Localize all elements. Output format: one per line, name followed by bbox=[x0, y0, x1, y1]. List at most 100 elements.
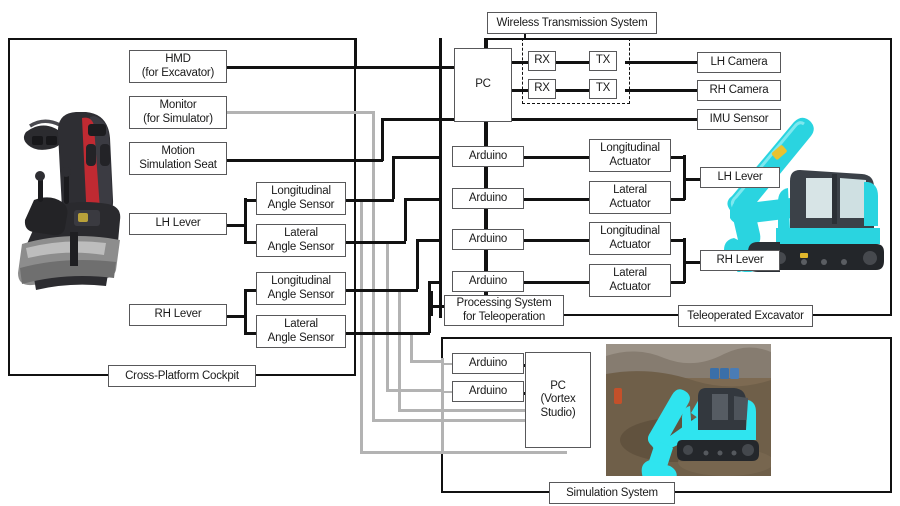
wire-lhlever-stub bbox=[226, 223, 246, 227]
box-hmd[interactable]: HMD (for Excavator) bbox=[129, 50, 227, 83]
sensor3-line2: Angle Sensor bbox=[267, 288, 335, 301]
wire-sensor3-v bbox=[416, 240, 419, 289]
box-rh-camera[interactable]: RH Camera bbox=[697, 80, 781, 101]
simulation-label-text: Simulation System bbox=[566, 487, 658, 499]
lh-camera-label: LH Camera bbox=[710, 55, 768, 68]
actuator2-line1: Lateral bbox=[613, 183, 647, 196]
box-simulation-arduino-1[interactable]: Arduino bbox=[452, 353, 524, 374]
box-processing-arduino-3[interactable]: Arduino bbox=[452, 229, 524, 250]
box-lh-longitudinal-actuator[interactable]: Longitudinal Actuator bbox=[589, 139, 671, 172]
sensor1-line2: Angle Sensor bbox=[267, 198, 335, 211]
box-lh-lateral-actuator[interactable]: Lateral Actuator bbox=[589, 181, 671, 214]
box-rh-lateral-angle-sensor[interactable]: Lateral Angle Sensor bbox=[256, 315, 346, 348]
sim-arduino1-label: Arduino bbox=[468, 356, 508, 369]
actuator4-line1: Lateral bbox=[613, 266, 647, 279]
wire-proc-label-h bbox=[430, 304, 444, 308]
wire-ard3-to-act3 bbox=[524, 238, 590, 242]
wire-sensor4-h1 bbox=[345, 331, 430, 335]
sim-pc-line3: Studio) bbox=[540, 406, 576, 419]
actuator2-line2: Actuator bbox=[609, 197, 651, 210]
box-lh-longitudinal-angle-sensor[interactable]: Longitudinal Angle Sensor bbox=[256, 182, 346, 215]
wire-bracket-to-lhlever bbox=[683, 177, 701, 181]
wire-ard4-to-act4 bbox=[524, 280, 590, 284]
group-label-teleoperated-excavator: Teleoperated Excavator bbox=[678, 305, 813, 327]
box-cockpit-rh-lever[interactable]: RH Lever bbox=[129, 304, 227, 326]
wire-gray-s4-v bbox=[410, 332, 413, 362]
box-rx-1[interactable]: RX bbox=[528, 51, 556, 71]
wire-gray-s4-h bbox=[410, 360, 442, 363]
wire-lhlever-bracket-v bbox=[244, 198, 247, 242]
tx1-label: TX bbox=[595, 54, 611, 67]
box-excavator-rh-lever[interactable]: RH Lever bbox=[700, 250, 780, 271]
excavator-lh-lever-label: LH Lever bbox=[717, 170, 763, 183]
wire-gray-s2-h bbox=[386, 389, 442, 392]
box-processing-arduino-2[interactable]: Arduino bbox=[452, 188, 524, 209]
wire-ard1-to-act1 bbox=[524, 155, 590, 159]
wire-gray-s1-v bbox=[360, 199, 363, 453]
wire-rhlever-stub bbox=[226, 314, 246, 318]
group-label-processing-system: Processing System for Teleoperation bbox=[444, 295, 564, 326]
box-rh-lateral-actuator[interactable]: Lateral Actuator bbox=[589, 264, 671, 297]
rx2-label: RX bbox=[534, 82, 550, 95]
wire-pc-imu-h bbox=[511, 117, 698, 121]
actuator1-line2: Actuator bbox=[609, 155, 651, 168]
sensor4-line2: Angle Sensor bbox=[267, 331, 335, 344]
box-processing-pc[interactable]: PC bbox=[454, 48, 512, 122]
wire-seat-h2 bbox=[381, 117, 441, 121]
wire-pc-in-top bbox=[441, 65, 455, 69]
wire-sensor2-h1 bbox=[345, 240, 406, 244]
monitor-line2: (for Simulator) bbox=[143, 112, 213, 125]
box-imu-sensor[interactable]: IMU Sensor bbox=[697, 109, 781, 130]
box-rh-longitudinal-angle-sensor[interactable]: Longitudinal Angle Sensor bbox=[256, 272, 346, 305]
box-processing-arduino-1[interactable]: Arduino bbox=[452, 146, 524, 167]
cockpit-label-text: Cross-Platform Cockpit bbox=[125, 370, 239, 382]
cockpit-photo bbox=[12, 92, 132, 292]
hmd-line1: HMD bbox=[165, 52, 191, 65]
proc-arduino4-label: Arduino bbox=[468, 274, 508, 287]
actuator3-line1: Longitudinal bbox=[600, 224, 660, 237]
group-label-simulation-system: Simulation System bbox=[549, 482, 675, 504]
wire-rhlever-bracket-v bbox=[244, 289, 247, 333]
group-label-cross-platform-cockpit: Cross-Platform Cockpit bbox=[108, 365, 256, 387]
cockpit-rh-lever-label: RH Lever bbox=[154, 308, 202, 321]
wire-sensor2-h2 bbox=[404, 197, 441, 201]
box-simulation-arduino-2[interactable]: Arduino bbox=[452, 381, 524, 402]
processing-pc-label: PC bbox=[475, 78, 491, 91]
box-simulation-pc-vortex[interactable]: PC (Vortex Studio) bbox=[525, 352, 591, 448]
sim-pc-line2: (Vortex bbox=[540, 393, 576, 406]
seat-line2: Simulation Seat bbox=[139, 158, 217, 171]
box-motion-simulation-seat[interactable]: Motion Simulation Seat bbox=[129, 142, 227, 175]
box-excavator-lh-lever[interactable]: LH Lever bbox=[700, 167, 780, 188]
hmd-line2: (for Excavator) bbox=[141, 66, 215, 79]
wire-sensor3-h2 bbox=[416, 238, 441, 242]
box-rh-longitudinal-actuator[interactable]: Longitudinal Actuator bbox=[589, 222, 671, 255]
proc-arduino1-label: Arduino bbox=[468, 149, 508, 162]
sim-pc-line1: PC bbox=[550, 379, 566, 392]
box-processing-arduino-4[interactable]: Arduino bbox=[452, 271, 524, 292]
box-tx-1[interactable]: TX bbox=[589, 51, 617, 71]
cockpit-lh-lever-label: LH Lever bbox=[155, 217, 201, 230]
wire-hmd-to-pc bbox=[226, 65, 441, 69]
imu-sensor-label: IMU Sensor bbox=[709, 112, 769, 125]
box-tx-2[interactable]: TX bbox=[589, 79, 617, 99]
wireless-label-text: Wireless Transmission System bbox=[496, 17, 648, 29]
wire-sensor3-h1 bbox=[345, 288, 418, 292]
box-lh-camera[interactable]: LH Camera bbox=[697, 52, 781, 73]
sensor1-line1: Longitudinal bbox=[271, 184, 331, 197]
tx2-label: TX bbox=[595, 82, 611, 95]
wire-bracket-to-rhlever bbox=[683, 260, 701, 264]
wire-gray-s1-h bbox=[360, 451, 567, 454]
box-monitor[interactable]: Monitor (for Simulator) bbox=[129, 96, 227, 129]
wire-gray-s3-v bbox=[398, 289, 401, 411]
wire-tx2-to-rhcam bbox=[625, 88, 698, 92]
wire-gray-monitor-v bbox=[372, 111, 375, 421]
wire-sensor1-h1 bbox=[345, 198, 394, 202]
box-rx-2[interactable]: RX bbox=[528, 79, 556, 99]
processing-label-line2: for Teleoperation bbox=[462, 310, 546, 323]
wire-sensor1-h2 bbox=[392, 155, 441, 159]
actuator1-line1: Longitudinal bbox=[600, 141, 660, 154]
box-cockpit-lh-lever[interactable]: LH Lever bbox=[129, 213, 227, 235]
box-lh-lateral-angle-sensor[interactable]: Lateral Angle Sensor bbox=[256, 224, 346, 257]
seat-line1: Motion bbox=[161, 144, 195, 157]
actuator3-line2: Actuator bbox=[609, 238, 651, 251]
